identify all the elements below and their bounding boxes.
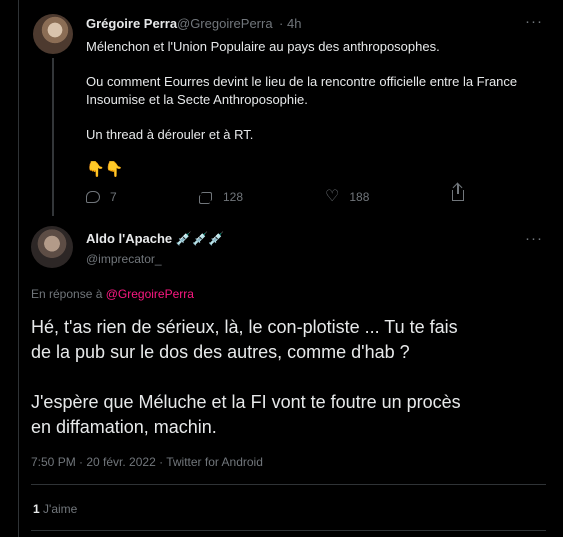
reply-icon <box>86 191 100 203</box>
likes-summary[interactable]: 1 J'aime <box>33 502 77 516</box>
like-count: 188 <box>349 190 370 204</box>
like-button[interactable]: ♡ 188 <box>325 188 370 205</box>
tweet2-author-name[interactable]: Aldo l'Apache 💉💉💉 <box>86 231 224 247</box>
retweet-button[interactable]: 128 <box>199 190 243 204</box>
replying-to: En réponse à @GregoirePerra <box>31 287 194 301</box>
tweet2-text-line-1: Hé, t'as rien de sérieux, là, le con-plo… <box>31 317 458 337</box>
tweet2-author-handle[interactable]: @imprecator_ <box>86 252 162 266</box>
tweet1-line-3: Insoumise et la Secte Anthroposophie. <box>86 92 308 107</box>
replying-to-link[interactable]: @GregoirePerra <box>106 287 194 301</box>
tweet1-author-handle[interactable]: @GregoirePerra <box>177 16 273 31</box>
tweet1-timestamp[interactable]: 4h <box>287 16 301 31</box>
divider-bottom <box>31 530 546 531</box>
tweet1-line-4: Un thread à dérouler et à RT. <box>86 127 254 142</box>
divider <box>31 484 546 485</box>
tweet2-text-line-4: en diffamation, machin. <box>31 417 217 437</box>
tweet1-more-icon[interactable]: ··· <box>525 13 543 30</box>
tweet2-text-line-3: J'espère que Méluche et la FI vont te fo… <box>31 392 461 412</box>
likes-label: J'aime <box>43 502 78 516</box>
tweet2-meta[interactable]: 7:50 PM · 20 févr. 2022 · Twitter for An… <box>31 455 263 469</box>
reply-count: 7 <box>110 190 117 204</box>
tweet1-separator-dot: · <box>279 16 284 31</box>
retweet-count: 128 <box>223 190 244 204</box>
reply-button[interactable]: 7 <box>86 190 117 204</box>
avatar-aldo[interactable] <box>31 226 73 268</box>
share-button[interactable] <box>452 184 464 201</box>
likes-count: 1 <box>33 502 40 516</box>
pointing-down-emoji: 👇👇 <box>86 161 124 178</box>
replying-to-prefix: En réponse à <box>31 287 103 301</box>
thread-connector <box>52 58 54 216</box>
tweet1-line-2: Ou comment Eourres devint le lieu de la … <box>86 74 518 89</box>
tweet2-text-line-2: de la pub sur le dos des autres, comme d… <box>31 342 410 362</box>
tweet1-author-name[interactable]: Grégoire Perra <box>86 16 177 31</box>
retweet-icon <box>199 190 213 204</box>
share-icon <box>452 184 464 201</box>
tweet2-more-icon[interactable]: ··· <box>525 230 543 247</box>
tweet1-line-1: Mélenchon et l'Union Populaire au pays d… <box>86 39 440 54</box>
avatar-gregoire[interactable] <box>33 14 73 54</box>
heart-icon: ♡ <box>325 188 340 205</box>
